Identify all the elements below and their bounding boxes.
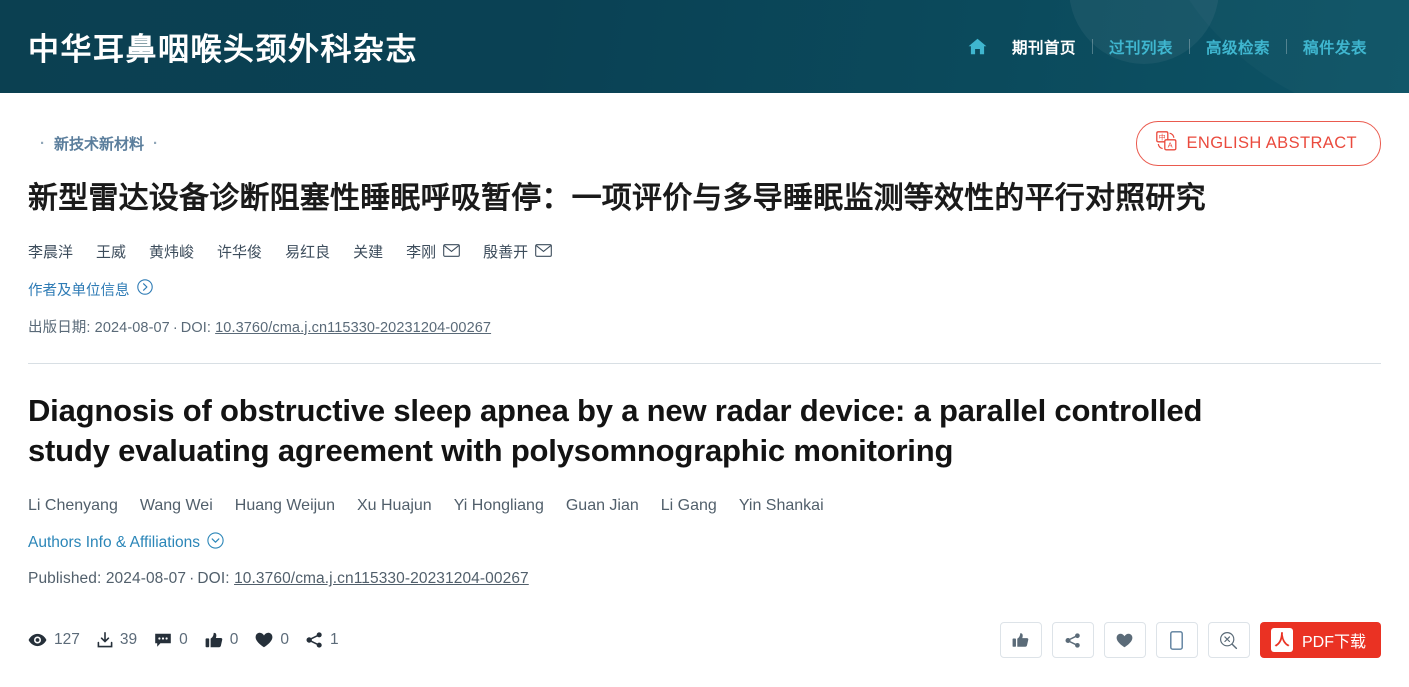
envelope-icon[interactable] [535,241,552,265]
like-button[interactable] [999,622,1042,659]
metric-favorites: 0 [255,631,289,649]
favorite-button[interactable] [1103,622,1146,659]
author-chinese[interactable]: 王威 [96,241,126,265]
thumbs-up-icon [1012,632,1029,648]
nav-item-submit-manuscript[interactable]: 稿件发表 [1287,36,1383,58]
nav-item-journal-home[interactable]: 期刊首页 [996,36,1092,58]
author-chinese[interactable]: 关建 [353,241,383,265]
envelope-icon[interactable] [443,241,460,265]
home-icon [968,38,987,55]
article-title-english: Diagnosis of obstructive sleep apnea by … [28,392,1203,469]
author-english[interactable]: Guan Jian [566,494,639,518]
author-english[interactable]: Huang Weijun [235,494,335,518]
article-title-chinese: 新型雷达设备诊断阻塞性睡眠呼吸暂停：一项评价与多导睡眠监测等效性的平行对照研究 [28,182,1206,215]
author-name: 殷善开 [483,243,529,261]
translate-icon: 中 A [1156,131,1177,156]
heart-icon [255,632,273,648]
english-abstract-label: ENGLISH ABSTRACT [1186,134,1357,152]
authors-affiliations-toggle-chinese[interactable]: 作者及单位信息 [28,279,153,300]
pdf-download-button[interactable]: 人 PDF下载 [1259,622,1381,659]
action-buttons-group: 人 PDF下载 [999,622,1381,659]
chevron-down-circle-icon [207,532,224,554]
chevron-right-circle-icon [136,279,153,299]
download-icon [97,632,113,648]
metric-views: 127 [28,631,80,649]
metrics-group: 127 39 0 0 0 1 [28,631,356,649]
author-chinese[interactable]: 黄炜峻 [149,241,194,265]
journal-title: 中华耳鼻咽喉头颈外科杂志 [28,32,418,67]
article-content: · 新技术新材料 · 中 A ENGLISH ABSTRACT 新型雷达设备诊断… [0,93,1409,662]
metric-shares: 1 [306,631,339,649]
article-metrics-bar: 127 39 0 0 0 1 人 PDF下载 [28,618,1381,662]
main-navigation: 期刊首页 过刊列表 高级检索 稿件发表 [968,36,1383,58]
eye-icon [28,633,47,647]
metric-value: 39 [119,631,138,649]
authors-affiliations-label: Authors Info & Affiliations [28,534,201,552]
heart-icon [1116,633,1133,648]
metric-value: 127 [54,631,80,649]
metric-value: 0 [229,631,239,649]
svg-text:A: A [1168,141,1173,150]
metric-downloads: 39 [97,631,137,649]
author-english[interactable]: Li Chenyang [28,494,118,518]
publication-info-english: Published: 2024-08-07 · DOI: 10.3760/cma.j… [28,570,1381,588]
info-separator: · [172,319,178,336]
nav-item-advanced-search[interactable]: 高级检索 [1190,36,1286,58]
share-icon [1065,633,1081,648]
site-header: 中华耳鼻咽喉头颈外科杂志 期刊首页 过刊列表 高级检索 稿件发表 [0,0,1409,93]
category-label: 新技术新材料 [54,136,145,153]
author-name: 李刚 [406,243,437,261]
author-english[interactable]: Xu Huajun [357,494,432,518]
publication-info-chinese: 出版日期: 2024-08-07 · DOI: 10.3760/cma.j.cn11… [28,316,1381,337]
author-chinese-corresponding[interactable]: 殷善开 [483,241,552,265]
comment-icon [154,633,172,648]
mobile-view-button[interactable] [1155,622,1198,659]
metric-comments: 0 [154,631,188,649]
doi-label-english: DOI: [197,570,230,588]
author-english[interactable]: Yi Hongliang [454,494,544,518]
authors-list-english: Li Chenyang Wang Wei Huang Weijun Xu Hua… [28,494,1381,518]
published-label-chinese: 出版日期: [28,319,91,336]
author-english[interactable]: Yin Shankai [739,494,824,518]
clear-search-button[interactable] [1207,622,1250,659]
metric-value: 0 [280,631,289,649]
doi-link-english[interactable]: 10.3760/cma.j.cn115330-20231204-00267 [234,570,529,587]
english-abstract-button[interactable]: 中 A ENGLISH ABSTRACT [1136,121,1381,166]
share-button[interactable] [1051,622,1094,659]
share-icon [306,632,323,648]
thumbs-up-icon [205,632,223,648]
pdf-download-label: PDF下载 [1301,634,1366,652]
doi-link-chinese[interactable]: 10.3760/cma.j.cn115330-20231204-00267 [215,320,491,336]
article-category: · 新技术新材料 · [40,133,158,154]
author-chinese-corresponding[interactable]: 李刚 [406,241,460,265]
category-row: · 新技术新材料 · 中 A ENGLISH ABSTRACT [28,93,1381,166]
published-date-english: 2024-08-07 [105,570,187,588]
mobile-icon [1170,630,1184,650]
category-dot-left: · [40,135,45,152]
authors-affiliations-label: 作者及单位信息 [28,282,130,299]
author-chinese[interactable]: 许华俊 [217,241,262,265]
author-chinese[interactable]: 易红良 [285,241,330,265]
search-cancel-icon [1219,631,1238,650]
author-chinese[interactable]: 李晨洋 [28,241,73,265]
authors-list-chinese: 李晨洋 王威 黄炜峻 许华俊 易红良 关建 李刚 殷善开 [28,241,1381,265]
doi-label-chinese: DOI: [180,319,211,336]
published-label-english: Published: [28,570,102,588]
category-dot-right: · [153,135,159,152]
nav-item-archive-list[interactable]: 过刊列表 [1093,36,1189,58]
metric-value: 1 [330,631,339,649]
author-english[interactable]: Li Gang [661,494,717,518]
info-separator: · [189,570,195,588]
section-divider [28,362,1381,364]
authors-affiliations-toggle-english[interactable]: Authors Info & Affiliations [28,532,224,554]
pdf-icon: 人 [1270,628,1293,653]
published-date-chinese: 2024-08-07 [94,319,170,336]
author-english[interactable]: Wang Wei [140,494,213,518]
metric-likes: 0 [205,631,239,649]
metric-value: 0 [179,631,188,649]
